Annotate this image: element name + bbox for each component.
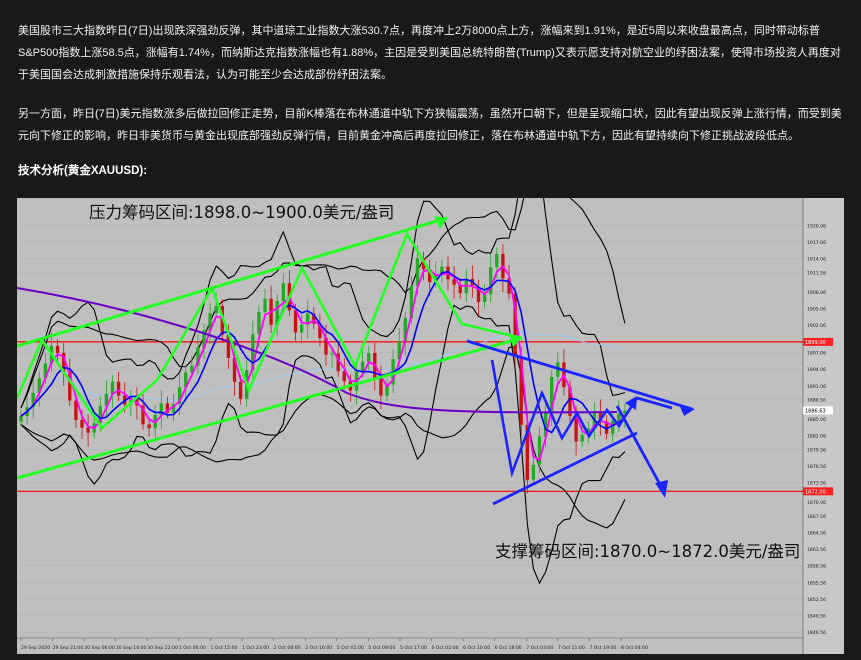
time-tick-label: 29 Sep 21:00 <box>53 645 84 651</box>
price-tick-label: 1914.06 <box>807 257 826 263</box>
price-tick-label: 1911.56 <box>807 270 826 276</box>
time-tick-label: 6 Oct 10:00 <box>463 645 490 651</box>
bear-candle <box>55 345 60 353</box>
price-tick-label: 1894.06 <box>807 367 826 373</box>
time-tick-label: 8 Oct 04:00 <box>621 645 648 651</box>
price-tick-label: 1908.06 <box>807 290 826 296</box>
price-tick-label: 1920.06 <box>807 223 826 229</box>
time-tick-label: 30 Sep 14:00 <box>116 645 147 651</box>
bear-candle <box>86 427 90 433</box>
price-tick-label: 1891.06 <box>807 384 826 390</box>
bull-candle <box>367 352 371 362</box>
time-tick-label: 7 Oct 19:00 <box>589 645 616 651</box>
time-tick-label: 1 Oct 23:00 <box>242 645 269 651</box>
price-tick-label: 1879.56 <box>807 447 826 453</box>
price-tick-label: 1897.06 <box>807 351 826 357</box>
price-tick-label: 1876.56 <box>807 464 826 470</box>
gold-xauusd-chart: 1920.06 1917.06 1914.06 1911.56 1908.06 1905.… <box>17 198 844 654</box>
bull-candle <box>531 464 536 480</box>
bull-candle <box>110 381 115 394</box>
price-tick-label: 1885.06 <box>807 417 826 423</box>
bull-candle <box>580 434 584 442</box>
bear-candle <box>80 419 84 428</box>
price-tick-label: 1873.56 <box>807 481 826 487</box>
bull-candle <box>214 305 218 314</box>
time-tick-label: 1 Oct 15:00 <box>210 645 237 651</box>
paragraph-usd-gold: 另一方面，昨日(7日)美元指数涨多后做拉回修正走势，目前K棒落在布林通道中轨下方… <box>18 108 842 142</box>
resistance-zone-label: 压力筹码区间:1898.0~1900.0美元/盎司 <box>89 203 394 222</box>
time-tick-label: 7 Oct 11:00 <box>558 645 585 651</box>
time-tick-label: 5 Oct 09:00 <box>368 645 395 651</box>
time-tick-label: 5 Oct 17:00 <box>400 645 427 651</box>
time-tick-label: 30 Sep 22:00 <box>147 645 178 651</box>
time-tick-label: 1 Oct 06:00 <box>179 645 206 651</box>
price-tick-label: 1882.06 <box>807 434 826 440</box>
bull-candle <box>19 416 23 422</box>
bull-candle <box>263 298 267 313</box>
section-heading-technical-analysis: 技术分析(黄金XAUUSD): <box>18 165 148 177</box>
support-zone-label: 支撑筹码区间:1870.0~1872.0美元/盎司 <box>495 542 800 561</box>
price-tick-label: 1905.06 <box>807 306 826 312</box>
bull-candle <box>611 421 615 434</box>
price-tick-label: 1846.56 <box>807 630 826 636</box>
price-tick-label: 1855.56 <box>807 580 826 586</box>
time-tick-label: 7 Oct 03:00 <box>526 645 553 651</box>
resistance-price-tag: 1899.00 <box>805 340 826 346</box>
time-tick-label: 29 Sep 2020 <box>21 645 50 651</box>
price-tick-label: 1852.56 <box>807 597 826 603</box>
price-tick-label: 1867.56 <box>807 514 826 520</box>
price-tick-label: 1861.56 <box>807 547 826 553</box>
price-tick-label: 1902.06 <box>807 323 826 329</box>
time-tick-label: 6 Oct 02:00 <box>432 645 459 651</box>
time-tick-label: 5 Oct 01:00 <box>337 645 364 651</box>
price-tick-label: 1870.06 <box>807 500 826 506</box>
bear-candle <box>293 310 298 333</box>
bull-candle <box>330 353 334 355</box>
bear-candle <box>116 381 121 396</box>
bear-candle <box>238 381 243 399</box>
bull-candle <box>495 253 499 268</box>
price-tick-label: 1858.56 <box>807 564 826 570</box>
chart-background <box>17 198 844 654</box>
bull-candle <box>299 324 304 333</box>
time-tick-label: 6 Oct 18:00 <box>495 645 522 651</box>
current-price-tag: 1886.63 <box>805 409 826 415</box>
price-tick-label: 1864.56 <box>807 531 826 537</box>
paragraph-us-stocks: 美国股市三大指数昨日(7日)出现跌深强劲反弹，其中道琼工业指数大涨530.7点，… <box>18 25 841 81</box>
bear-candle <box>147 424 151 429</box>
bear-candle <box>379 378 383 396</box>
time-tick-label: 2 Oct 16:00 <box>305 645 332 651</box>
price-tick-label: 1849.56 <box>807 614 826 620</box>
price-tick-label: 1888.56 <box>807 398 826 404</box>
support-price-tag: 1872.00 <box>805 490 826 496</box>
time-tick-label: 2 Oct 08:00 <box>274 645 301 651</box>
bull-candle <box>281 283 285 301</box>
price-tick-label: 1917.06 <box>807 240 826 246</box>
time-tick-label: 30 Sep 06:00 <box>84 645 115 651</box>
